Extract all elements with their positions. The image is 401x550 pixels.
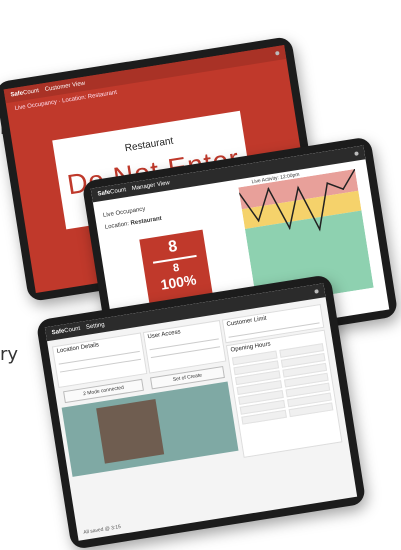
- menu-icon[interactable]: [314, 289, 319, 294]
- location-label: Location:: [104, 221, 130, 231]
- side-text-fragment-2: ry: [0, 344, 19, 365]
- save-status: All saved @ 3:15: [82, 523, 122, 536]
- app-logo: SafeCount: [97, 187, 127, 198]
- view-title: Manager View: [131, 180, 171, 193]
- live-occupancy-label: Live Occupancy: [102, 206, 146, 219]
- app-logo: SafeCount: [10, 88, 40, 99]
- camera-scene: [96, 398, 165, 464]
- menu-icon[interactable]: [275, 50, 280, 56]
- location-row: Location: Restaurant: [105, 216, 163, 231]
- opening-hours-panel: Opening Hours: [225, 329, 343, 458]
- menu-icon[interactable]: [354, 151, 359, 156]
- tablet-settings-view: SafeCount Setting Location Details User …: [35, 274, 367, 550]
- user-access-panel: User Access: [142, 319, 227, 374]
- app-logo: SafeCount: [51, 325, 81, 337]
- location-value: Restaurant: [130, 215, 163, 227]
- view-title: Setting: [85, 322, 106, 331]
- tablet-screen: SafeCount Setting Location Details User …: [44, 283, 358, 541]
- current-count: 8: [167, 237, 179, 257]
